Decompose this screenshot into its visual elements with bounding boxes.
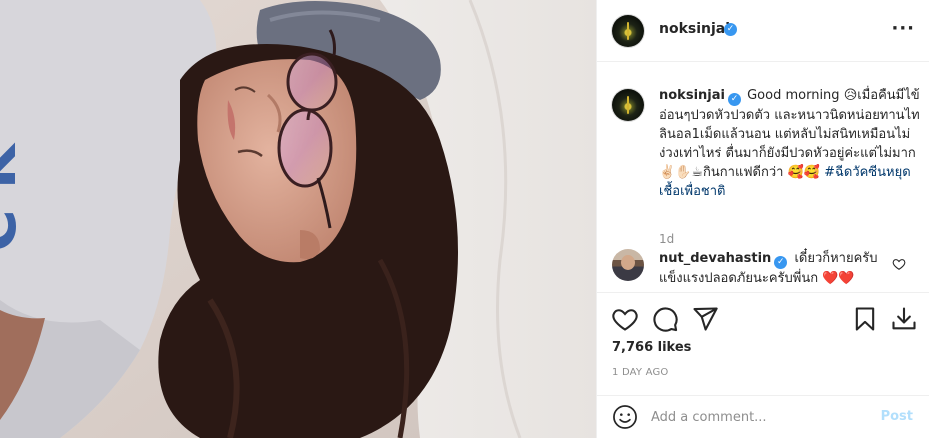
heart-icon[interactable]	[611, 305, 639, 333]
svg-text:C K: C K	[0, 142, 29, 252]
verified-badge-icon: ✓	[774, 256, 788, 269]
caption-text-part-1: Good morning	[747, 88, 840, 103]
verified-badge-icon: ✓	[727, 93, 741, 106]
post-timestamp[interactable]: 1 DAY AGO	[612, 367, 669, 378]
download-icon[interactable]	[890, 305, 918, 333]
caption-time[interactable]: 1d	[659, 232, 674, 246]
sad-face-emoji-icon: 😥	[843, 88, 858, 103]
post-photo[interactable]: C K	[0, 0, 596, 438]
comment-text: nut_devahastin ✓ เดี๋ยวก็หายครับ แข็งแรงป…	[659, 249, 889, 288]
add-comment-bar: Post	[597, 395, 929, 438]
caption-text: noksinjai ✓ Good morning 😥เมื่อคืนมีไข้อ่…	[659, 86, 927, 201]
post-details-panel: noksinjai ✓ ··· noksinjai ✓ Good morning …	[597, 0, 929, 438]
more-horizontal-icon[interactable]: ···	[891, 20, 915, 38]
comment-item: nut_devahastin ✓ เดี๋ยวก็หายครับ แข็งแรงป…	[612, 249, 922, 292]
like-comment-heart-icon[interactable]	[892, 257, 906, 271]
owner-username[interactable]: noksinjai	[659, 21, 730, 37]
post-photo-illustration: C K	[0, 0, 596, 438]
comment-icon[interactable]	[651, 305, 679, 333]
heart-emoji-icon: ❤️❤️	[822, 271, 855, 286]
post-header: noksinjai ✓ ···	[597, 0, 929, 62]
likes-count[interactable]: 7,766 likes	[612, 340, 691, 355]
comment-input[interactable]	[651, 404, 871, 430]
post-comment-button[interactable]: Post	[881, 409, 913, 424]
caption-avatar[interactable]	[612, 89, 644, 121]
hand-emoji-icon: ✌🏻✋🏻☕	[659, 165, 704, 180]
emoji-picker-icon[interactable]	[612, 404, 638, 430]
comments-section: noksinjai ✓ Good morning 😥เมื่อคืนมีไข้อ่…	[597, 63, 929, 293]
owner-avatar[interactable]	[612, 15, 644, 47]
caption-text-part-3: กินกาแฟดีกว่า	[703, 165, 784, 180]
share-icon[interactable]	[691, 305, 719, 333]
verified-badge-icon: ✓	[724, 23, 737, 36]
commenter-avatar[interactable]	[612, 249, 644, 281]
caption-username[interactable]: noksinjai	[659, 88, 725, 103]
commenter-username[interactable]: nut_devahastin	[659, 251, 771, 266]
smiling-face-emoji-icon: 🥰🥰	[787, 165, 820, 180]
save-icon[interactable]	[851, 305, 879, 333]
